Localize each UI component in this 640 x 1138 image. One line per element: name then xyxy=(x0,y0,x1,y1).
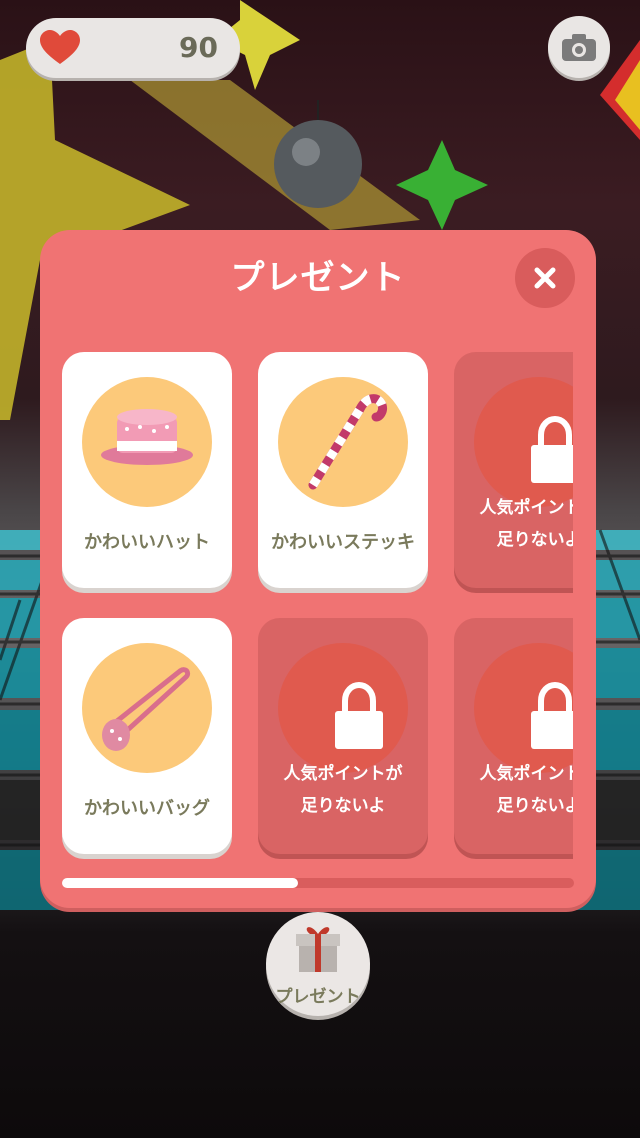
close-button[interactable] xyxy=(515,248,575,308)
modal-title: プレゼント xyxy=(230,258,406,298)
bag-icon xyxy=(102,667,191,751)
item-image-circle xyxy=(278,643,408,773)
locked-label: 人気ポイントが 足りないよ xyxy=(283,764,403,816)
camera-icon xyxy=(562,34,596,61)
present-button-label: プレゼント xyxy=(275,987,361,1007)
close-icon xyxy=(534,267,556,289)
present-modal: プレゼント かわいいハット かわいいステッキ 人気ポイン 足りないよ かわいいバ… xyxy=(40,230,596,908)
item-card-hat[interactable]: かわいいハット xyxy=(62,352,232,588)
horizontal-scrollbar[interactable] xyxy=(62,878,574,888)
item-image-circle xyxy=(82,643,212,773)
item-card-locked: 人気ポイントが 足りないよ xyxy=(258,618,428,854)
item-label: かわいいステッキ xyxy=(271,532,415,553)
locked-label: 人気ポイントが 足りないよ xyxy=(479,764,574,816)
present-button[interactable]: プレゼント xyxy=(266,912,370,1016)
item-card-stick[interactable]: かわいいステッキ xyxy=(258,352,428,588)
heart-icon xyxy=(40,30,80,64)
item-image-circle xyxy=(474,643,573,773)
hat-icon xyxy=(101,409,193,465)
item-grid[interactable]: かわいいハット かわいいステッキ 人気ポイントが 足りないよ xyxy=(62,352,573,864)
stick-icon xyxy=(308,394,387,490)
heart-count: 90 xyxy=(179,31,218,64)
item-label: かわいいバッグ xyxy=(84,798,210,819)
item-card-locked: 人気ポイントが 足りないよ xyxy=(454,352,573,588)
item-image-circle xyxy=(278,377,408,507)
lock-icon xyxy=(335,681,383,749)
item-image-circle xyxy=(82,377,212,507)
scrollbar-thumb[interactable] xyxy=(62,878,298,888)
camera-button[interactable] xyxy=(548,16,610,78)
item-label: かわいいハット xyxy=(84,532,210,553)
item-image-circle xyxy=(474,377,573,507)
item-card-bag[interactable]: かわいいバッグ xyxy=(62,618,232,854)
locked-label: 人気ポイントが 足りないよ xyxy=(479,498,574,550)
lock-icon xyxy=(531,415,573,483)
item-card-locked: 人気ポイントが 足りないよ xyxy=(454,618,573,854)
lock-icon xyxy=(531,681,573,749)
